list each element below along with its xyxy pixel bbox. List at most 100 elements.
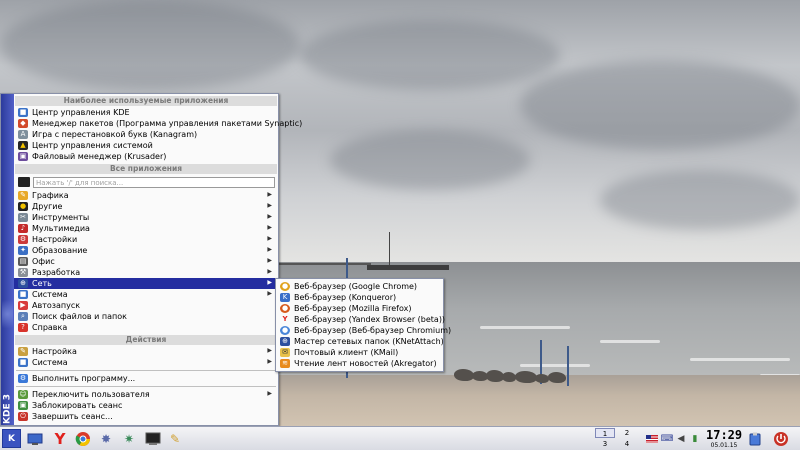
submenu-akregator[interactable]: ≋ Чтение лент новостей (Akregator): [276, 358, 443, 369]
desktop-pager: 1 2 3 4: [595, 428, 638, 449]
kanagram-icon: A: [18, 130, 28, 139]
favorites-header: Наиболее используемые приложения: [15, 96, 277, 106]
power-icon[interactable]: [772, 431, 790, 446]
action-system[interactable]: ■ Система ▶: [14, 357, 278, 368]
konqueror-icon: K: [280, 293, 290, 302]
favorite-krusader[interactable]: ▣ Файловый менеджер (Krusader): [14, 151, 278, 162]
category-tools[interactable]: ✂ Инструменты ▶: [14, 212, 278, 223]
configure-icon: ✎: [18, 347, 28, 356]
submenu-arrow-icon: ▶: [267, 390, 272, 397]
wrench-icon[interactable]: ✎: [166, 430, 184, 447]
submenu-arrow-icon: ▶: [267, 213, 272, 220]
settings-icon: ⚙: [18, 235, 28, 244]
category-help[interactable]: ? Справка: [14, 322, 278, 333]
menu-search-input[interactable]: [34, 178, 274, 187]
lock-session-icon: ▣: [18, 401, 28, 410]
system-actions-icon: ■: [18, 358, 28, 367]
akregator-icon: ≋: [280, 359, 290, 368]
system-icon: ■: [18, 290, 28, 299]
action-configure[interactable]: ✎ Настройка ▶: [14, 346, 278, 357]
kde-start-button[interactable]: K: [2, 429, 21, 448]
signal-icon[interactable]: ▮: [689, 431, 701, 446]
desktop-2[interactable]: 2: [617, 428, 637, 438]
menu-separator: [16, 386, 276, 387]
clock-date: 05.01.15: [710, 442, 738, 449]
autostart-icon: ▶: [18, 301, 28, 310]
category-network[interactable]: ⊕ Сеть ▶: [14, 278, 278, 289]
kde-panel: K Y ✸ ✷ ✎ 1 2 3 4 ⌨ ◀ ▮ 17:29 05.01.15: [0, 426, 800, 450]
knetattach-icon: ⊕: [280, 337, 290, 346]
submenu-arrow-icon: ▶: [267, 358, 272, 365]
yandex-browser-icon[interactable]: Y: [51, 430, 69, 448]
submenu-yandex[interactable]: Y Веб-браузер (Yandex Browser (beta)): [276, 314, 445, 325]
keyboard-icon[interactable]: ⌨: [661, 431, 674, 446]
logout-item[interactable]: ⏻ Завершить сеанс...: [14, 411, 278, 422]
terminal-icon[interactable]: [144, 430, 162, 447]
volume-icon[interactable]: ◀: [675, 431, 687, 446]
category-settings[interactable]: ⚙ Настройки ▶: [14, 234, 278, 245]
submenu-konqueror[interactable]: K Веб-браузер (Konqueror): [276, 292, 443, 303]
category-find-files[interactable]: ⌕ Поиск файлов и папок: [14, 311, 278, 322]
desktop-1[interactable]: 1: [595, 428, 615, 438]
lock-session-item[interactable]: ▣ Заблокировать сеанс: [14, 400, 278, 411]
all-apps-header: Все приложения: [15, 164, 277, 174]
network-icon: ⊕: [18, 279, 28, 288]
category-development[interactable]: ⚒ Разработка ▶: [14, 267, 278, 278]
submenu-arrow-icon: ▶: [267, 279, 272, 286]
network-tool-icon[interactable]: ✷: [120, 430, 138, 447]
submenu-arrow-icon: ▶: [267, 257, 272, 264]
clock[interactable]: 17:29 05.01.15: [706, 428, 742, 450]
category-graphics[interactable]: ✎ Графика ▶: [14, 190, 278, 201]
system-control-center-icon: ▲: [18, 141, 28, 150]
submenu-arrow-icon: ▶: [267, 268, 272, 275]
category-autostart[interactable]: ▶ Автозапуск: [14, 300, 278, 311]
other-icon: ●: [18, 202, 28, 211]
find-files-icon: ⌕: [18, 312, 28, 321]
desktop-4[interactable]: 4: [617, 439, 637, 449]
firefox-icon: ●: [280, 304, 290, 313]
submenu-google-chrome[interactable]: ● Веб-браузер (Google Chrome): [276, 281, 443, 292]
submenu-arrow-icon: ▶: [267, 290, 272, 297]
favorite-kde-control-center[interactable]: ■ Центр управления KDE: [14, 107, 278, 118]
development-icon: ⚒: [18, 268, 28, 277]
favorite-kanagram[interactable]: A Игра с перестановкой букв (Kanagram): [14, 129, 278, 140]
satellite-icon[interactable]: ✸: [97, 430, 115, 447]
package-manager-icon: ◆: [18, 119, 28, 128]
submenu-kmail[interactable]: ✉ Почтовый клиент (KMail): [276, 347, 443, 358]
switch-user-item[interactable]: ☺ Переключить пользователя ▶: [14, 389, 278, 400]
home-icon[interactable]: [26, 430, 44, 447]
chrome-icon[interactable]: [74, 430, 92, 447]
submenu-arrow-icon: ▶: [267, 246, 272, 253]
menu-search-bar: [16, 176, 276, 188]
category-multimedia[interactable]: ♪ Мультимедиа ▶: [14, 223, 278, 234]
favorite-synaptic[interactable]: ◆ Менеджер пакетов (Программа управления…: [14, 118, 302, 129]
actions-header: Действия: [15, 335, 277, 345]
run-command-item[interactable]: ⚙ Выполнить программу...: [14, 373, 278, 384]
education-icon: ✦: [18, 246, 28, 255]
favorite-system-control-center[interactable]: ▲ Центр управления системой: [14, 140, 278, 151]
graphics-icon: ✎: [18, 191, 28, 200]
submenu-arrow-icon: ▶: [267, 224, 272, 231]
submenu-knetattach[interactable]: ⊕ Мастер сетевых папок (KNetAttach): [276, 336, 444, 347]
run-command-icon: ⚙: [18, 374, 28, 383]
chromium-icon: ●: [280, 326, 290, 335]
category-office[interactable]: ▤ Офис ▶: [14, 256, 278, 267]
submenu-arrow-icon: ▶: [267, 191, 272, 198]
menu-search-field[interactable]: [33, 176, 275, 188]
menu-side-banner: KDE 3: [1, 94, 14, 425]
submenu-firefox[interactable]: ● Веб-браузер (Mozilla Firefox): [276, 303, 443, 314]
clipboard-icon[interactable]: [747, 431, 763, 446]
kde-control-center-icon: ■: [18, 108, 28, 117]
category-education[interactable]: ✦ Образование ▶: [14, 245, 278, 256]
multimedia-icon: ♪: [18, 224, 28, 233]
krusader-icon: ▣: [18, 152, 28, 161]
submenu-chromium[interactable]: ● Веб-браузер (Веб-браузер Chromium): [276, 325, 451, 336]
flag-us-icon[interactable]: [645, 431, 659, 446]
desktop-3[interactable]: 3: [595, 439, 615, 449]
category-other[interactable]: ● Другие ▶: [14, 201, 278, 212]
submenu-arrow-icon: ▶: [267, 202, 272, 209]
category-system[interactable]: ■ Система ▶: [14, 289, 278, 300]
submenu-arrow-icon: ▶: [267, 235, 272, 242]
kmail-icon: ✉: [280, 348, 290, 357]
network-submenu: ● Веб-браузер (Google Chrome) K Веб-брау…: [275, 278, 451, 372]
